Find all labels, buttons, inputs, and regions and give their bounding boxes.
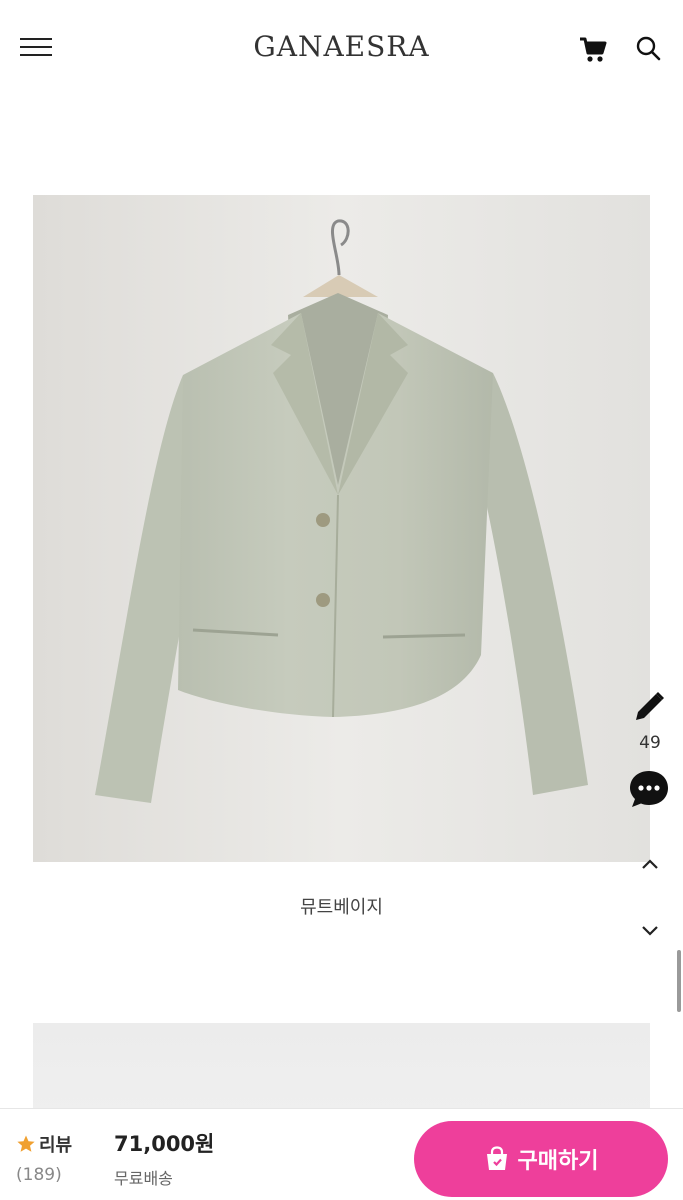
review-write-count: 49 [639, 733, 661, 753]
star-icon [17, 1135, 35, 1152]
chevron-down-icon[interactable] [636, 918, 664, 942]
buy-button-label: 구매하기 [517, 1149, 599, 1174]
image-caption: 뮤트베이지 [300, 897, 383, 918]
top-header: GANAESRA [0, 0, 683, 96]
review-count: (189) [16, 1165, 62, 1185]
search-icon[interactable] [634, 34, 662, 62]
jacket-illustration [33, 195, 650, 862]
product-image-2[interactable] [33, 1023, 650, 1113]
price-block: 71,000원 무료배송 [114, 1131, 214, 1189]
scrollbar[interactable] [677, 950, 681, 1012]
price: 71,000원 [114, 1132, 215, 1156]
chevron-up-icon[interactable] [636, 852, 664, 876]
buy-button[interactable]: 구매하기 [414, 1121, 668, 1197]
shopping-bag-icon [486, 1146, 507, 1170]
pencil-icon[interactable] [628, 690, 672, 726]
product-image[interactable] [33, 195, 650, 862]
cart-icon[interactable] [578, 34, 608, 64]
review-label: 리뷰 [39, 1135, 73, 1156]
chat-bubble-icon[interactable] [628, 768, 670, 810]
shipping-info: 무료배송 [114, 1169, 173, 1188]
review-summary[interactable]: 리뷰 (189) [16, 1131, 96, 1185]
bottom-purchase-bar: 리뷰 (189) 71,000원 무료배송 구매하기 [0, 1108, 683, 1200]
